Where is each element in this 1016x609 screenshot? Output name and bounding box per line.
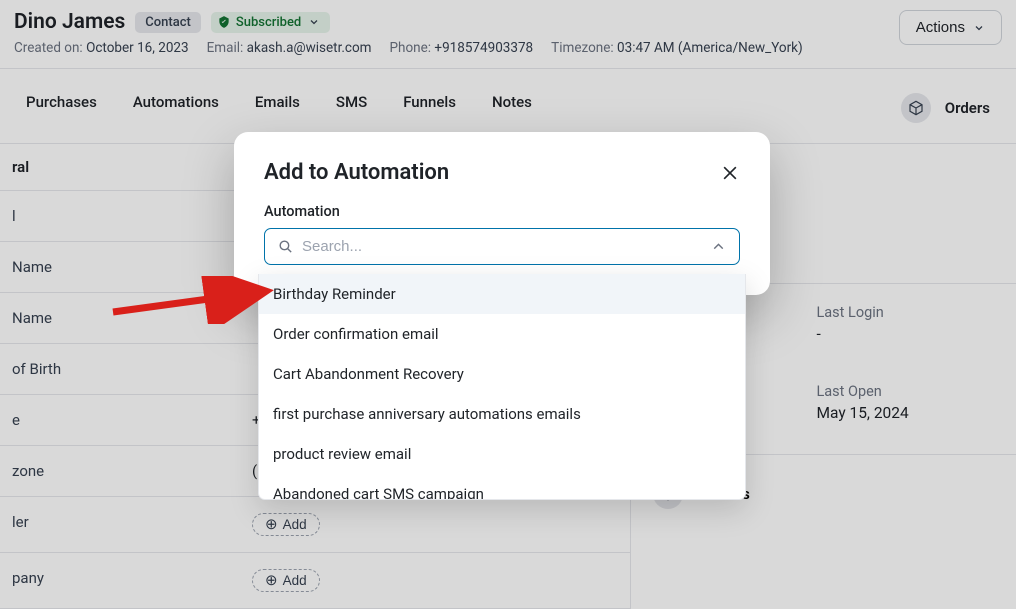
dropdown-option[interactable]: Order confirmation email <box>259 314 745 354</box>
add-to-automation-modal: Add to Automation Automation <box>234 132 770 295</box>
automation-select[interactable] <box>264 228 740 265</box>
automation-field-label: Automation <box>264 203 740 220</box>
automation-dropdown: Birthday Reminder Order confirmation ema… <box>258 274 746 500</box>
dropdown-option[interactable]: product review email <box>259 434 745 474</box>
dropdown-option[interactable]: Birthday Reminder <box>259 274 745 314</box>
modal-title: Add to Automation <box>264 160 449 185</box>
dropdown-option[interactable]: Abandoned cart SMS campaign <box>259 474 745 500</box>
chevron-up-icon <box>710 238 727 255</box>
search-input[interactable] <box>302 238 702 255</box>
dropdown-option[interactable]: first purchase anniversary automations e… <box>259 394 745 434</box>
search-icon <box>277 238 294 255</box>
dropdown-option[interactable]: Cart Abandonment Recovery <box>259 354 745 394</box>
close-icon[interactable] <box>720 163 740 183</box>
